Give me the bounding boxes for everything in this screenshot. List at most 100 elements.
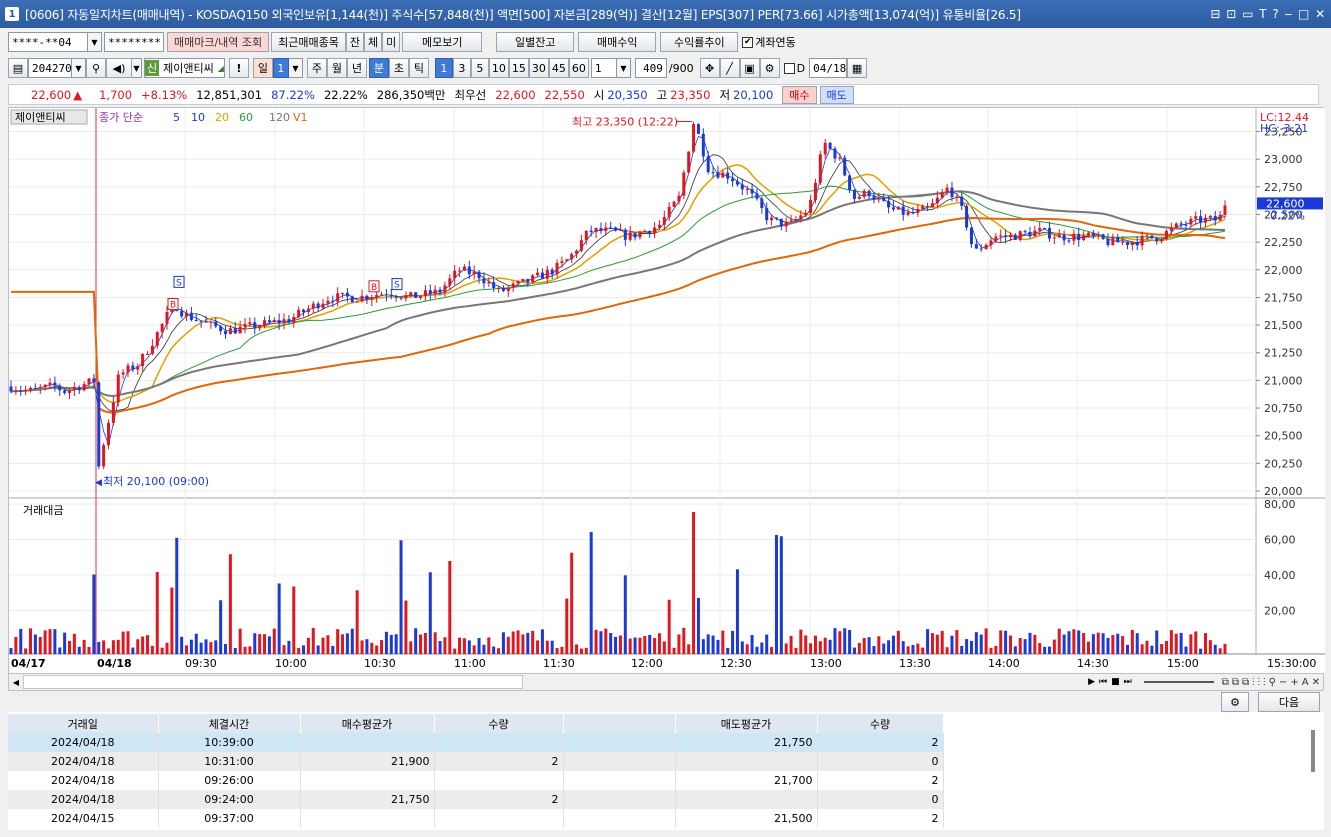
candle-body (68, 390, 72, 393)
buy-button[interactable]: 매수 (782, 85, 817, 104)
help-icon[interactable]: ? (1272, 7, 1278, 21)
draw-icon[interactable]: ╱ (719, 58, 740, 78)
day-count[interactable]: 1 (272, 58, 289, 78)
sound-dropdown-icon[interactable]: ▼ (132, 58, 142, 78)
mark-query-button[interactable]: 매매마크/내역 조회 (167, 32, 270, 52)
font-icon[interactable]: T (1259, 7, 1266, 21)
interval-45-button[interactable]: 45 (548, 58, 569, 78)
period-tick-button[interactable]: 틱 (408, 58, 429, 78)
candle-body (423, 290, 427, 297)
table-row[interactable]: 2024/04/15 09:37:00 21,500 2 (8, 809, 944, 828)
chart-scrollbar[interactable]: ◀ ▶⏮■⏭ ⧉⧉⧉⫶⫶⫶⚲−+A✕ (8, 673, 1324, 691)
unexecuted-button[interactable]: 미 (382, 32, 401, 52)
save-icon[interactable]: ▣ (739, 58, 760, 78)
profit-trend-button[interactable]: 수익률추이 (660, 32, 739, 52)
candle-body (531, 275, 535, 283)
executed-button[interactable]: 체 (364, 32, 383, 52)
table-cell: 0 (817, 752, 944, 771)
code-dropdown-icon[interactable]: ▼ (72, 58, 86, 78)
period-minute-button[interactable]: 분 (368, 58, 389, 78)
interval-1-button[interactable]: 1 (434, 58, 453, 78)
volume-bar (1033, 634, 1037, 654)
alert-button[interactable]: ! (228, 58, 249, 78)
interval-60-button[interactable]: 60 (568, 58, 589, 78)
period-year-button[interactable]: 년 (346, 58, 367, 78)
account-dropdown-icon[interactable]: ▼ (88, 32, 102, 52)
daily-balance-button[interactable]: 일별잔고 (496, 32, 575, 52)
low-label: 저 (719, 87, 731, 102)
volume-bar (516, 630, 520, 654)
account-input[interactable]: ****-**04 (8, 32, 88, 52)
x-tick-label: 15:30:00 (1267, 657, 1316, 670)
candle-body (48, 382, 52, 385)
interval-10-button[interactable]: 10 (488, 58, 509, 78)
table-row[interactable]: 2024/04/18 10:39:00 21,750 2 (8, 733, 944, 752)
col-header-5[interactable]: 매도평균가 (675, 714, 818, 733)
calendar-icon[interactable]: ▦ (847, 58, 868, 78)
close-icon[interactable]: ✕ (1315, 7, 1325, 21)
chart-layout-icon[interactable]: ▤ (8, 58, 28, 78)
stock-name-field[interactable]: 신 제이앤티씨 ◢ (144, 58, 225, 78)
interval-30-button[interactable]: 30 (528, 58, 549, 78)
period-day-button[interactable]: 일 (252, 58, 273, 78)
candle-body (926, 206, 930, 208)
volume-bar (760, 642, 764, 654)
minimize-icon[interactable]: ‒ (1285, 7, 1293, 21)
candle-body (92, 378, 96, 383)
volume-bar (852, 647, 856, 654)
balance-button[interactable]: 잔 (345, 32, 365, 52)
table-row[interactable]: 2024/04/18 10:31:00 21,900 2 0 (8, 752, 944, 771)
zoom-slider[interactable] (1143, 681, 1214, 683)
sound-icon[interactable]: ◀) (106, 58, 132, 78)
table-scrollbar[interactable] (1311, 730, 1315, 772)
day-dropdown-icon[interactable]: ▼ (288, 58, 303, 78)
interval-dropdown-icon[interactable]: ▼ (616, 58, 631, 78)
candle-body (189, 312, 193, 320)
period-month-button[interactable]: 월 (326, 58, 347, 78)
display-count-input[interactable]: 409 (634, 58, 667, 78)
crosshair-icon[interactable]: ✥ (699, 58, 720, 78)
candle-body (63, 390, 67, 393)
scroll-thumb[interactable] (23, 675, 523, 689)
gear-icon[interactable]: ⚙ (1221, 692, 1249, 712)
stock-code-input[interactable]: 204270 (28, 58, 72, 78)
tile-icon[interactable]: ⊡ (1226, 7, 1236, 21)
memo-button[interactable]: 메모보기 (402, 32, 483, 52)
interval-3-button[interactable]: 3 (452, 58, 471, 78)
candle-body (521, 278, 525, 282)
search-icon[interactable]: ⚲ (86, 58, 106, 78)
col-header-3[interactable]: 수량 (434, 714, 564, 733)
date-input[interactable]: 04/18 (809, 58, 848, 78)
next-button[interactable]: 다음 (1258, 692, 1320, 712)
interval-count-input[interactable]: 1 (590, 58, 617, 78)
col-header-4[interactable] (563, 714, 676, 733)
volume-bar (482, 644, 486, 654)
table-row[interactable]: 2024/04/18 09:24:00 21,750 2 0 (8, 790, 944, 809)
account-link-checkbox[interactable]: ✔ 계좌연동 (742, 34, 796, 50)
col-header-0[interactable]: 거래일 (8, 714, 159, 733)
recent-trades-button[interactable]: 최근매매종목 (271, 32, 346, 52)
playback-controls-icon[interactable]: ▶⏮■⏭ (1088, 677, 1136, 687)
window-icon[interactable]: ▭ (1242, 7, 1253, 21)
restore-layout-icon[interactable]: ⊟ (1210, 7, 1220, 21)
interval-5-button[interactable]: 5 (470, 58, 489, 78)
d-checkbox[interactable] (783, 62, 795, 74)
sell-button[interactable]: 매도 (819, 85, 854, 104)
period-week-button[interactable]: 주 (306, 58, 327, 78)
scroll-left-icon[interactable]: ◀ (9, 678, 23, 687)
interval-15-button[interactable]: 15 (508, 58, 529, 78)
col-header-6[interactable]: 수량 (817, 714, 944, 733)
table-row[interactable]: 2024/04/18 09:26:00 21,700 2 (8, 771, 944, 790)
volume-bar (1091, 634, 1095, 654)
period-second-button[interactable]: 초 (388, 58, 409, 78)
chart-panel[interactable]: 23,250 23,000 22,750 22,500 22,250 22,000 21,7… (8, 107, 1325, 674)
price-chart[interactable]: 23,25023,00022,75022,50022,25022,00021,7… (9, 108, 1325, 674)
password-input[interactable]: ******** (104, 32, 164, 52)
trade-profit-button[interactable]: 매매수익 (578, 32, 657, 52)
candle-body (794, 219, 798, 221)
maximize-icon[interactable]: □ (1298, 7, 1309, 21)
settings-icon[interactable]: ⚙ (759, 58, 780, 78)
col-header-1[interactable]: 체결시간 (158, 714, 301, 733)
col-header-2[interactable]: 매수평균가 (300, 714, 435, 733)
chart-tools-icon[interactable]: ⧉⧉⧉⫶⫶⫶⚲−+A✕ (1222, 677, 1323, 688)
